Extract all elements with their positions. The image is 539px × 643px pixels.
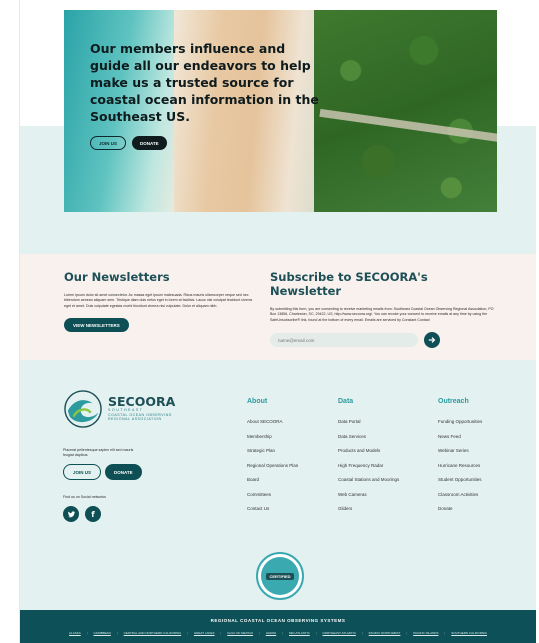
region-link[interactable]: HAWAII [266,631,276,635]
logo-name: SECOORA [108,394,176,410]
footer-link[interactable]: Classroom Activities [438,492,482,498]
footer-column-about: About About SECOORA Membership Strategic… [247,398,298,522]
subscribe-form [270,332,500,349]
subscribe-consent-text: By submitting this form, you are consent… [270,307,494,322]
certification-badge: CERTIFIED [256,552,304,600]
footer-join-button[interactable]: JOIN US [63,464,102,480]
footer-link[interactable]: Products and Models [338,448,399,454]
region-link[interactable]: MID-ATLANTIC [289,631,310,635]
subscribe-title: Subscribe to SECOORA's Newsletter [270,270,428,298]
newsletters-block: Our Newsletters Lorem ipsum dolor sit am… [64,270,254,333]
arrow-right-icon [428,337,436,344]
footer-blurb: Placerat pellentesque sapien elit sed ma… [63,448,134,457]
footer-link[interactable]: Data Portal [338,419,399,425]
separator: | [187,631,188,635]
email-input[interactable] [270,333,418,348]
footer-link[interactable]: Membership [247,434,298,440]
footer-column-outreach: Outreach Funding Opportunities News Feed… [438,398,482,522]
region-link[interactable]: ALASKA [69,631,81,635]
footer-link[interactable]: Committees [247,492,298,498]
footer-link[interactable]: Contact Us [247,506,298,512]
separator: | [258,631,260,635]
newsletters-title: Our Newsletters [64,270,170,284]
footer: SECOORA SOUTHEAST COASTAL OCEAN OBSERVIN… [20,360,536,610]
footer-link[interactable]: Webinar Series [438,448,482,454]
region-link[interactable]: GREAT LAKES [194,631,215,635]
footer-link[interactable]: Web Cameras [338,492,399,498]
footer-link[interactable]: Strategic Plan [247,448,298,454]
region-link[interactable]: PACIFIC NORTHWEST [369,631,401,635]
footer-link[interactable]: Hurricane Resources [438,463,482,469]
subscribe-block: Subscribe to SECOORA's Newsletter By sub… [270,270,500,349]
footer-link[interactable]: High Frequency Radar [338,463,399,469]
footer-column-title: Outreach [438,398,469,405]
footer-link[interactable]: News Feed [438,434,482,440]
footer-link[interactable]: Data Services [338,434,399,440]
newsletter-section: Our Newsletters Lorem ipsum dolor sit am… [20,254,536,360]
footer-link[interactable]: Regional Operations Plan [247,463,298,469]
separator: | [406,631,408,635]
logo-line-3: REGIONAL ASSOCIATION [108,417,162,422]
hero-donate-button[interactable]: DONATE [132,136,167,150]
footer-link[interactable]: Funding Opportunities [438,419,482,425]
facebook-icon[interactable]: f [85,506,101,522]
footer-link[interactable]: About SECOORA [247,419,298,425]
footer-donate-button[interactable]: DONATE [105,464,142,480]
badge-seal: CERTIFIED [261,557,299,595]
left-margin [0,0,20,643]
region-link[interactable]: CARIBBEAN [94,631,111,635]
social-label: Find us on Social networks [63,495,106,499]
separator: | [282,631,283,635]
subscribe-submit-button[interactable] [424,332,440,349]
hero-title: Our members influence and guide all our … [90,41,319,124]
separator: | [116,631,118,635]
hero-join-button[interactable]: JOIN US [90,136,127,150]
view-newsletters-button[interactable]: VIEW NEWSLETTERS [64,318,129,333]
regional-systems-bar: REGIONAL COASTAL OCEAN OBSERVING SYSTEMS… [20,610,536,643]
badge-text: CERTIFIED [266,572,294,580]
regional-systems-links: ALASKA | CARIBBEAN | CENTRAL AND NORTHERN … [20,631,536,635]
separator: | [361,631,363,635]
footer-link[interactable]: Coastal Stations and Moorings [338,477,399,483]
separator: | [315,631,317,635]
footer-link[interactable]: Gliders [338,506,399,512]
secoora-logo[interactable]: SECOORA SOUTHEAST COASTAL OCEAN OBSERVIN… [64,390,175,428]
footer-column-title: Data [338,398,354,405]
hero-actions: JOIN US DONATE [90,136,167,150]
footer-column-data: Data Data Portal Data Services Products … [338,398,399,522]
separator: | [220,631,222,635]
newsletters-body: Lorem ipsum dolor sit amet consectetur. … [64,293,252,308]
regional-systems-title: REGIONAL COASTAL OCEAN OBSERVING SYSTEMS [210,618,346,623]
footer-column-title: About [247,398,268,405]
separator: | [86,631,88,635]
social-links: f [63,506,101,522]
separator: | [444,631,446,635]
twitter-icon[interactable] [63,506,79,522]
footer-link[interactable]: Board [247,477,298,483]
region-link[interactable]: CENTRAL AND NORTHERN CALIFORNIA [124,631,182,635]
footer-link[interactable]: Donate [438,506,482,512]
region-link[interactable]: NORTHEAST ATLANTIC [323,631,356,635]
footer-actions: JOIN US DONATE [63,464,142,480]
footer-link[interactable]: Student Opportunities [438,477,482,483]
region-link[interactable]: GULF OF MEXICO [227,631,253,635]
region-link[interactable]: SOUTHERN CALIFORNIA [451,631,487,635]
wave-logo-icon [64,390,102,428]
region-link[interactable]: PACIFIC ISLANDS [413,631,438,635]
